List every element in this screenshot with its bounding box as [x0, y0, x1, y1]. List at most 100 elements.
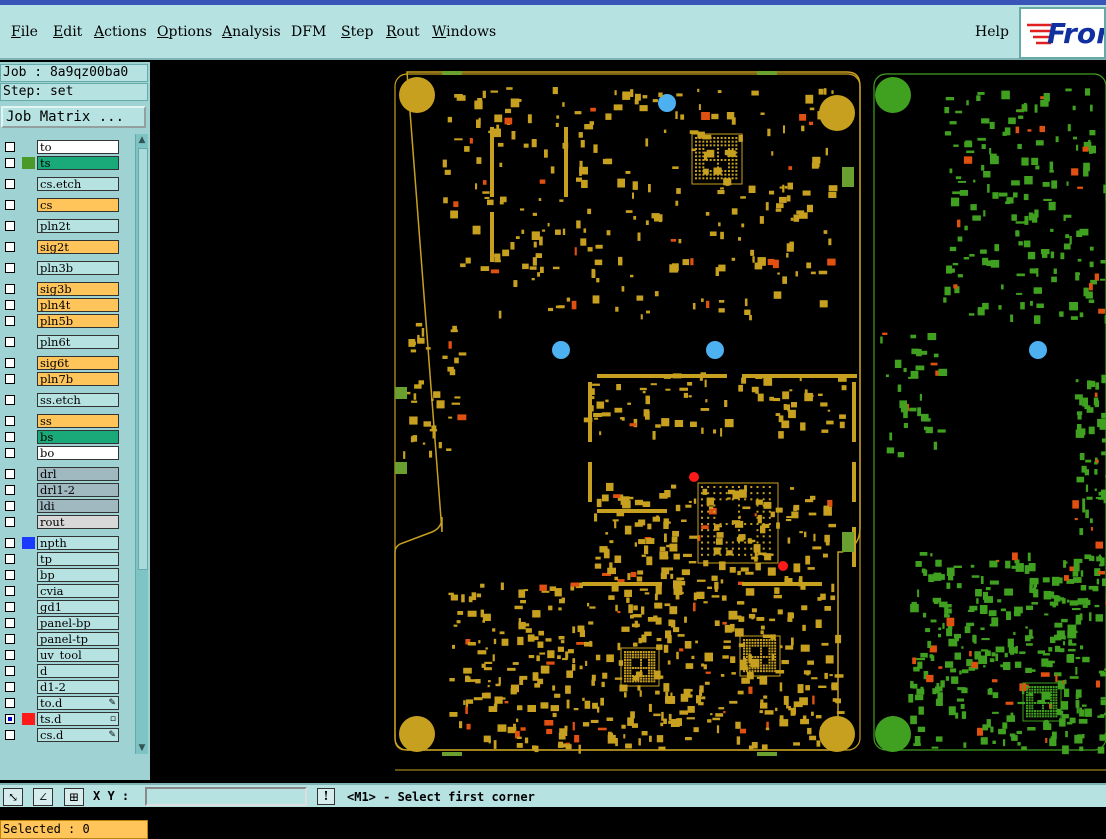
layer-color-swatch[interactable]	[22, 299, 35, 311]
layer-color-swatch[interactable]	[22, 157, 35, 169]
layer-name[interactable]: cvia	[37, 584, 119, 598]
layer-checkbox[interactable]	[5, 179, 15, 189]
layer-checkbox[interactable]	[5, 730, 15, 740]
layer-row-bp[interactable]: bp	[2, 568, 120, 582]
layer-name[interactable]: ts	[37, 156, 119, 170]
layer-name[interactable]: panel-bp	[37, 616, 119, 630]
layer-name[interactable]: pln4t	[37, 298, 119, 312]
layer-color-swatch[interactable]	[22, 431, 35, 443]
layer-checkbox[interactable]	[5, 714, 15, 724]
layer-row-tp[interactable]: tp	[2, 552, 120, 566]
layer-row-sig6t[interactable]: sig6t	[2, 356, 120, 370]
layer-color-swatch[interactable]	[22, 199, 35, 211]
layer-checkbox[interactable]	[5, 416, 15, 426]
menu-rout[interactable]: Rout	[386, 24, 420, 40]
job-matrix-button[interactable]: Job Matrix ...	[1, 106, 146, 128]
layer-color-swatch[interactable]	[22, 447, 35, 459]
measure-tool-icon[interactable]: ∠	[33, 788, 53, 806]
layer-row-ts-d[interactable]: ts.d▫	[2, 712, 120, 726]
layer-row-rout[interactable]: rout	[2, 515, 120, 529]
layer-color-swatch[interactable]	[22, 681, 35, 693]
layer-name[interactable]: d1-2	[37, 680, 119, 694]
layer-color-swatch[interactable]	[22, 633, 35, 645]
layer-checkbox[interactable]	[5, 469, 15, 479]
menu-analysis[interactable]: Analysis	[222, 24, 281, 40]
layer-row-ts[interactable]: ts	[2, 156, 120, 170]
layer-name[interactable]: d	[37, 664, 119, 678]
layer-color-swatch[interactable]	[22, 373, 35, 385]
layer-name[interactable]: to	[37, 140, 119, 154]
layer-row-bs[interactable]: bs	[2, 430, 120, 444]
layer-checkbox[interactable]	[5, 158, 15, 168]
layer-row-ldi[interactable]: ldi	[2, 499, 120, 513]
layer-color-swatch[interactable]	[22, 569, 35, 581]
layer-checkbox[interactable]	[5, 586, 15, 596]
layer-checkbox[interactable]	[5, 395, 15, 405]
grid-snap-icon[interactable]: ⊞	[64, 788, 84, 806]
layer-row-pln3b[interactable]: pln3b	[2, 261, 120, 275]
layer-row-panel-bp[interactable]: panel-bp	[2, 616, 120, 630]
menu-file[interactable]: File	[11, 24, 38, 40]
layer-color-swatch[interactable]	[22, 537, 35, 549]
layer-name[interactable]: drl1-2	[37, 483, 119, 497]
layer-color-swatch[interactable]	[22, 585, 35, 597]
layer-row-drl[interactable]: drl	[2, 467, 120, 481]
layer-color-swatch[interactable]	[22, 394, 35, 406]
layer-row-gd1[interactable]: gd1	[2, 600, 120, 614]
layer-row-uv-tool[interactable]: uv_tool	[2, 648, 120, 662]
layer-name[interactable]: rout	[37, 515, 119, 529]
layer-row-pln4t[interactable]: pln4t	[2, 298, 120, 312]
layer-color-swatch[interactable]	[22, 484, 35, 496]
layer-color-swatch[interactable]	[22, 697, 35, 709]
xy-coordinate-input[interactable]	[145, 787, 307, 806]
menu-edit[interactable]: Edit	[53, 24, 82, 40]
layer-checkbox[interactable]	[5, 634, 15, 644]
scroll-down-icon[interactable]: ▼	[137, 743, 147, 753]
layer-checkbox[interactable]	[5, 448, 15, 458]
layer-row-ss-etch[interactable]: ss.etch	[2, 393, 120, 407]
layer-name[interactable]: cs	[37, 198, 119, 212]
layer-color-swatch[interactable]	[22, 516, 35, 528]
layer-color-swatch[interactable]	[22, 241, 35, 253]
layer-name[interactable]: pln5b	[37, 314, 119, 328]
layer-checkbox[interactable]	[5, 517, 15, 527]
layer-color-swatch[interactable]	[22, 357, 35, 369]
layer-color-swatch[interactable]	[22, 601, 35, 613]
layer-name[interactable]: pln6t	[37, 335, 119, 349]
layer-checkbox[interactable]	[5, 242, 15, 252]
layer-row-pln7b[interactable]: pln7b	[2, 372, 120, 386]
layer-row-cvia[interactable]: cvia	[2, 584, 120, 598]
layer-name[interactable]: bs	[37, 430, 119, 444]
layer-color-swatch[interactable]	[22, 220, 35, 232]
layer-row-npth[interactable]: npth	[2, 536, 120, 550]
layer-row-cs-etch[interactable]: cs.etch	[2, 177, 120, 191]
layer-color-swatch[interactable]	[22, 553, 35, 565]
layer-row-sig2t[interactable]: sig2t	[2, 240, 120, 254]
menu-options[interactable]: Options	[157, 24, 212, 40]
menu-dfm[interactable]: DFM	[291, 24, 326, 40]
layer-color-swatch[interactable]	[22, 336, 35, 348]
layer-checkbox[interactable]	[5, 554, 15, 564]
layer-color-swatch[interactable]	[22, 665, 35, 677]
menu-help[interactable]: Help	[975, 24, 1009, 40]
layer-checkbox[interactable]	[5, 602, 15, 612]
layer-name[interactable]: npth	[37, 536, 119, 550]
menu-step[interactable]: Step	[341, 24, 373, 40]
layer-row-pln6t[interactable]: pln6t	[2, 335, 120, 349]
layer-row-panel-tp[interactable]: panel-tp	[2, 632, 120, 646]
layer-name[interactable]: sig6t	[37, 356, 119, 370]
layer-name[interactable]: ldi	[37, 499, 119, 513]
layer-color-swatch[interactable]	[22, 729, 35, 741]
layer-checkbox[interactable]	[5, 300, 15, 310]
layer-checkbox[interactable]	[5, 358, 15, 368]
layer-name[interactable]: cs.d✎	[37, 728, 119, 742]
layer-color-swatch[interactable]	[22, 315, 35, 327]
layer-name[interactable]: bp	[37, 568, 119, 582]
layer-color-swatch[interactable]	[22, 141, 35, 153]
layer-color-swatch[interactable]	[22, 283, 35, 295]
layer-row-to-d[interactable]: to.d✎	[2, 696, 120, 710]
menu-windows[interactable]: Windows	[432, 24, 496, 40]
layer-row-ss[interactable]: ss	[2, 414, 120, 428]
layer-row-to[interactable]: to	[2, 140, 120, 154]
layer-checkbox[interactable]	[5, 200, 15, 210]
